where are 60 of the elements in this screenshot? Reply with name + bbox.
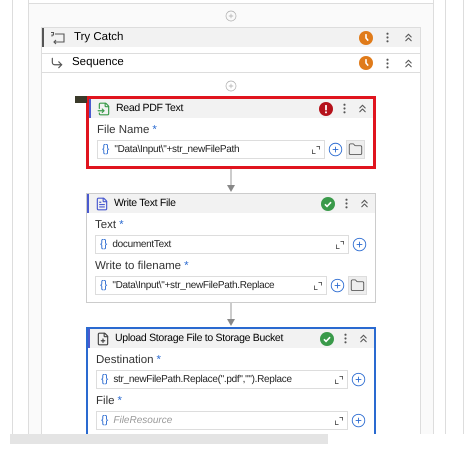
expression-braces: {} — [101, 372, 108, 388]
try-catch-icon — [50, 30, 66, 44]
breakpoint-marker — [75, 96, 87, 103]
field-label: File — [96, 394, 115, 408]
text-file-icon — [95, 196, 109, 210]
add-icon[interactable] — [351, 413, 366, 428]
add-icon[interactable] — [352, 237, 367, 252]
field-value: str_newFilePath.Replace(".pdf","").Replace — [113, 373, 293, 387]
connector-arrow — [227, 169, 235, 193]
expand-icon[interactable] — [312, 146, 320, 154]
expand-icon[interactable] — [335, 376, 343, 384]
horizontal-scrollbar[interactable] — [10, 434, 328, 444]
expression-braces: {} — [100, 278, 108, 294]
activity-title: Upload Storage File to Storage Bucket — [115, 330, 284, 346]
field-label: Text — [95, 218, 116, 232]
expand-icon[interactable] — [335, 416, 343, 424]
activity-title: Read PDF Text — [116, 100, 184, 116]
expression-braces: {} — [101, 413, 108, 428]
expression-field[interactable]: {} "Data\Input\"+str_newFilePath.Replace — [95, 276, 327, 295]
add-icon[interactable] — [351, 372, 366, 387]
field-label: File Name — [97, 123, 150, 137]
collapse-icon[interactable] — [356, 102, 369, 115]
field-placeholder: FileResource — [113, 414, 174, 428]
expand-icon[interactable] — [314, 282, 322, 290]
add-icon[interactable] — [328, 142, 343, 157]
collapse-icon[interactable] — [357, 332, 370, 345]
required-mark: * — [119, 218, 124, 232]
container-title: Sequence — [72, 55, 125, 70]
expression-field[interactable]: {} FileResource — [96, 411, 348, 430]
expression-field[interactable]: {} str_newFilePath.Replace(".pdf","").Replace — [96, 370, 348, 389]
activity-card[interactable]: Read PDF Text File Name * {} "Data\Input\"+str_newFilePath — [86, 96, 376, 169]
activity-title: Write Text File — [114, 196, 177, 211]
required-mark: * — [152, 123, 157, 137]
activity-card[interactable]: Write Text File Text * {} documentText Write to filename * {} "Data\Input\"+str_newFilePath.Replace — [86, 193, 376, 303]
required-mark: * — [156, 353, 162, 367]
sequence-icon — [50, 56, 64, 70]
container-row[interactable]: Sequence — [42, 53, 420, 72]
field-value: documentText — [112, 238, 172, 252]
collapse-icon[interactable] — [358, 197, 371, 210]
expression-braces: {} — [100, 237, 108, 252]
required-mark: * — [118, 394, 122, 408]
file-add-icon — [96, 332, 110, 346]
file-import-icon — [97, 102, 111, 116]
expression-field[interactable]: {} documentText — [95, 235, 349, 254]
field-value: "Data\Input\"+str_newFilePath.Replace — [112, 279, 276, 293]
connector-arrow — [227, 303, 235, 327]
expression-braces: {} — [102, 142, 110, 158]
browse-button[interactable] — [346, 140, 365, 159]
field-value: "Data\Input\"+str_newFilePath — [114, 143, 240, 157]
expand-icon[interactable] — [336, 240, 344, 248]
add-icon[interactable] — [330, 278, 345, 293]
container-title: Try Catch — [74, 30, 124, 45]
required-mark: * — [184, 259, 189, 273]
field-label: Destination — [96, 353, 154, 367]
container-row[interactable]: Try Catch — [42, 28, 420, 47]
collapse-icon[interactable] — [402, 31, 415, 44]
activity-card[interactable]: Upload Storage File to Storage Bucket Destination * {} str_newFilePath.Replace(".pdf","").Replace File * {} FileResource — [86, 327, 376, 434]
browse-button[interactable] — [348, 276, 367, 295]
expression-field[interactable]: {} "Data\Input\"+str_newFilePath — [97, 140, 325, 159]
field-label: Write to filename — [95, 259, 182, 273]
